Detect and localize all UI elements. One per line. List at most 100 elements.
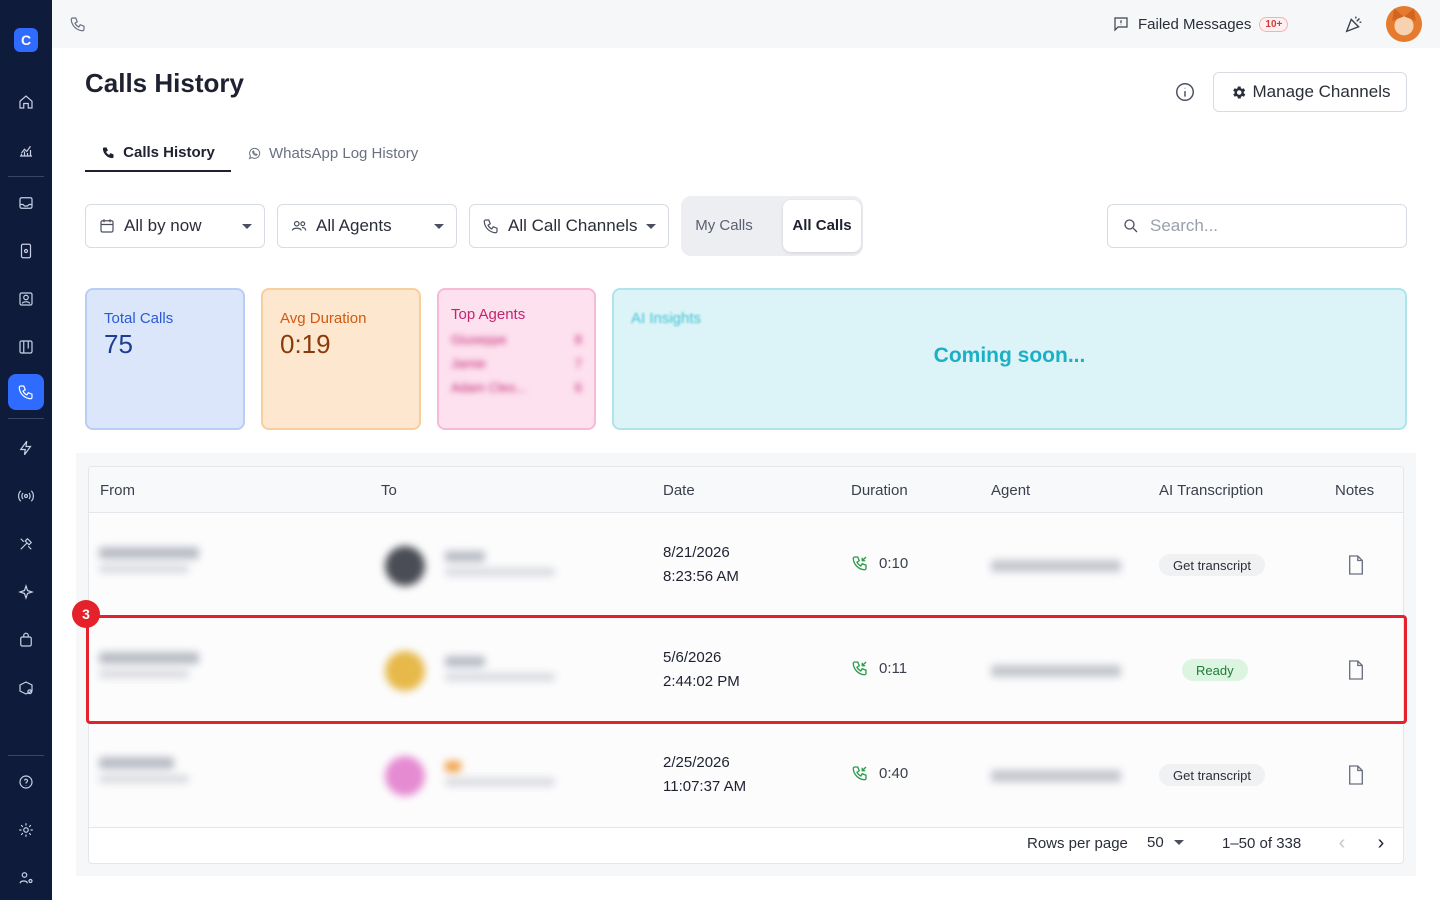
app-logo[interactable]: C: [14, 28, 38, 52]
tab-whatsapp-log-history[interactable]: WhatsApp Log History: [247, 140, 418, 172]
column-duration[interactable]: Duration: [851, 482, 908, 499]
highlight-box: [86, 615, 1407, 724]
calls-scope-toggle: My Calls All Calls: [681, 196, 863, 256]
top-agent-name: Giuseppe: [451, 332, 507, 347]
column-agent[interactable]: Agent: [991, 482, 1030, 499]
sparkle-icon[interactable]: [8, 574, 44, 610]
call-date: 8/21/2026 8:23:56 AM: [663, 541, 739, 589]
top-agent-row: Adam Cleo... 6: [451, 380, 582, 395]
agents-filter-value: All Agents: [316, 216, 392, 235]
calendar-icon: [100, 219, 114, 233]
flash-icon[interactable]: [8, 430, 44, 466]
phone-icon: [103, 147, 114, 158]
incoming-call-icon: [852, 556, 867, 571]
gear-icon: [1232, 85, 1245, 99]
all-calls-toggle[interactable]: All Calls: [783, 200, 861, 252]
party-popper-icon[interactable]: [1343, 13, 1365, 40]
rows-per-page-label: Rows per page: [1027, 835, 1128, 852]
call-duration: 0:10: [851, 554, 908, 572]
incoming-call-icon: [852, 766, 867, 781]
top-agent-name: Jamie: [451, 356, 486, 371]
sidebar-divider: [8, 176, 44, 177]
column-notes[interactable]: Notes: [1335, 482, 1374, 499]
user-settings-icon[interactable]: [8, 860, 44, 896]
avg-duration-value: 0:19: [280, 329, 331, 359]
column-from[interactable]: From: [100, 482, 135, 499]
redacted-agent: [991, 770, 1121, 782]
board-icon[interactable]: [8, 329, 44, 365]
search-box: [1107, 204, 1407, 248]
home-icon[interactable]: [8, 84, 44, 120]
call-date-day: 2/25/2026: [663, 754, 730, 771]
avg-duration-card: Avg Duration 0:19: [261, 288, 421, 430]
sidebar-divider: [8, 418, 44, 419]
redacted-agent: [991, 560, 1121, 572]
phone-icon[interactable]: [69, 15, 87, 33]
search-input[interactable]: [1150, 216, 1380, 236]
column-date[interactable]: Date: [663, 482, 695, 499]
step-marker: 3: [72, 600, 100, 628]
agents-filter-select[interactable]: All Agents: [277, 204, 457, 248]
rows-per-page-value: 50: [1147, 834, 1164, 851]
notes-icon[interactable]: [1347, 555, 1365, 575]
chevron-down-icon: [434, 224, 444, 229]
date-filter-value: All by now: [124, 216, 202, 235]
column-ai-transcription[interactable]: AI Transcription: [1159, 482, 1263, 499]
top-agent-count: 7: [574, 356, 582, 371]
failed-count-badge: 10+: [1259, 16, 1289, 32]
bag-icon[interactable]: [8, 622, 44, 658]
settings-icon[interactable]: [8, 812, 44, 848]
call-duration-value: 0:10: [879, 554, 909, 572]
date-filter-select[interactable]: All by now: [85, 204, 265, 248]
tools-icon[interactable]: [8, 526, 44, 562]
chevron-down-icon: [242, 224, 252, 229]
chevron-right-icon[interactable]: ›: [1370, 832, 1392, 854]
chevron-down-icon: [646, 224, 656, 229]
sidebar-divider: [8, 755, 44, 756]
message-alert-icon: [1114, 17, 1128, 32]
package-settings-icon[interactable]: [8, 670, 44, 706]
redacted-avatar: [385, 546, 425, 586]
rows-per-page-select[interactable]: 50: [1147, 834, 1184, 851]
whatsapp-icon: [248, 147, 261, 159]
tab-calls-history[interactable]: Calls History: [85, 140, 231, 172]
user-avatar[interactable]: [1386, 6, 1422, 42]
device-icon[interactable]: [8, 233, 44, 269]
redacted-from: [99, 757, 199, 787]
ai-insights-label: AI Insights: [631, 310, 702, 327]
redacted-to: [445, 551, 560, 579]
chevron-left-icon[interactable]: ‹: [1331, 832, 1353, 854]
my-calls-toggle[interactable]: My Calls: [685, 200, 763, 252]
inbox-icon[interactable]: [8, 185, 44, 221]
call-date: 2/25/2026 11:07:37 AM: [663, 751, 746, 799]
contacts-icon[interactable]: [8, 281, 44, 317]
manage-channels-label: Manage Channels: [1252, 82, 1391, 101]
pagination-range: 1–50 of 338: [1222, 835, 1302, 852]
column-to[interactable]: To: [381, 482, 397, 499]
chevron-down-icon: [1173, 840, 1184, 845]
table-pagination: Rows per page 50 1–50 of 338 ‹ ›: [89, 823, 1403, 863]
users-icon: [291, 220, 307, 231]
table-row[interactable]: 2/25/2026 11:07:37 AM 0:40 Get transcrip…: [89, 723, 1403, 828]
table-row[interactable]: 8/21/2026 8:23:56 AM 0:10 Get transcript: [89, 513, 1403, 618]
get-transcript-button[interactable]: Get transcript: [1159, 764, 1266, 786]
broadcast-icon[interactable]: [8, 478, 44, 514]
manage-channels-button[interactable]: Manage Channels: [1213, 72, 1407, 112]
total-calls-card: Total Calls 75: [85, 288, 245, 430]
redacted-to: [445, 761, 560, 789]
channels-filter-select[interactable]: All Call Channels: [469, 204, 669, 248]
notes-icon[interactable]: [1347, 765, 1365, 785]
top-agent-name: Adam Cleo...: [451, 380, 527, 395]
get-transcript-button[interactable]: Get transcript: [1159, 554, 1266, 576]
analytics-icon[interactable]: [8, 132, 44, 168]
avg-duration-label: Avg Duration: [280, 310, 367, 327]
top-agent-count: 6: [574, 380, 582, 395]
phone-icon[interactable]: [8, 374, 44, 410]
top-agent-row: Giuseppe 8: [451, 332, 582, 347]
failed-messages-label: Failed Messages: [1138, 15, 1252, 33]
failed-messages-button[interactable]: Failed Messages 10+: [1112, 13, 1289, 35]
call-date-day: 8/21/2026: [663, 544, 730, 561]
call-duration-value: 0:40: [879, 764, 909, 782]
info-icon[interactable]: [1174, 81, 1196, 103]
help-icon[interactable]: [8, 764, 44, 800]
